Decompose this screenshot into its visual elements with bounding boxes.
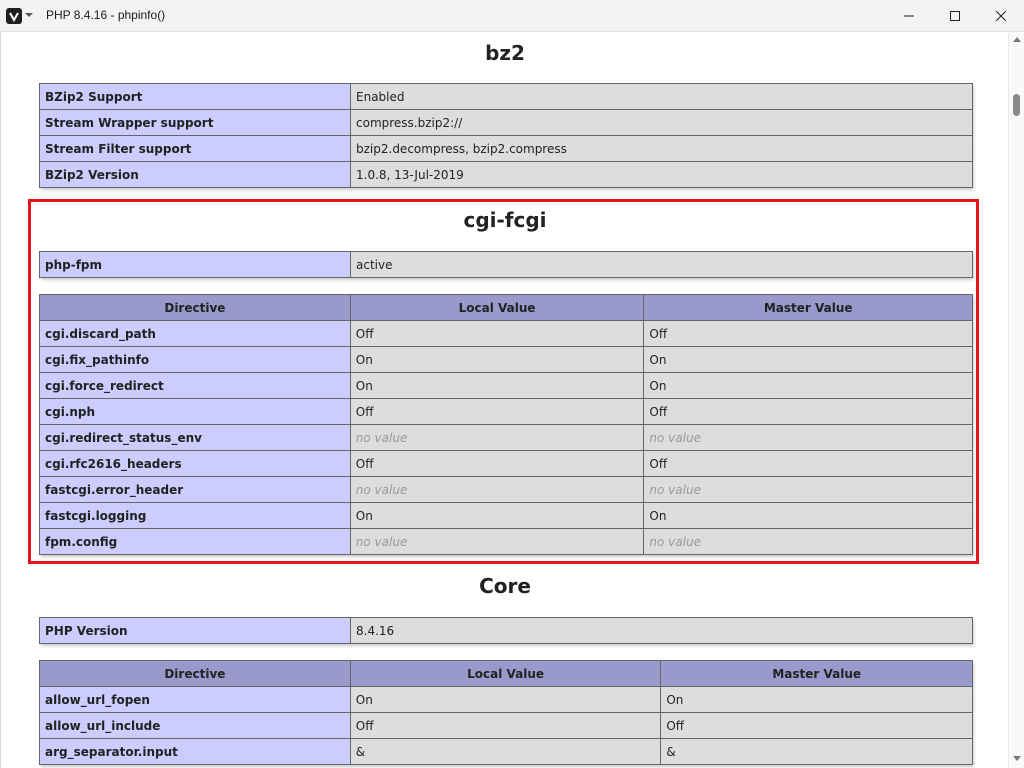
minimize-button[interactable] <box>886 0 932 32</box>
row-value-cell: bzip2.decompress, bzip2.compress <box>350 135 973 162</box>
table-row: BZip2 Version 1.0.8, 13-Jul-2019 <box>39 161 973 188</box>
table-row: BZip2 Support Enabled <box>39 83 973 110</box>
bz2-info-table: BZip2 Support Enabled Stream Wrapper suppo… <box>39 83 973 188</box>
section-heading-core: Core <box>479 574 531 598</box>
row-name-cell: Stream Wrapper support <box>39 109 351 136</box>
directive-local-value-cell: & <box>349 738 662 765</box>
row-name-cell: BZip2 Support <box>39 83 351 110</box>
vivaldi-app-icon[interactable] <box>6 8 22 24</box>
scrollbar-thumb[interactable] <box>1013 94 1020 116</box>
row-name-cell: Stream Filter support <box>39 135 351 162</box>
directive-row: arg_separator.input & & <box>39 738 973 765</box>
directive-name-cell: arg_separator.input <box>39 738 351 765</box>
scroll-down-arrow-icon[interactable] <box>1013 756 1021 762</box>
table-row: Stream Filter support bzip2.decompress, b… <box>39 135 973 162</box>
core-info-table: PHP Version 8.4.16 <box>39 617 973 644</box>
vertical-scrollbar[interactable] <box>1008 32 1024 768</box>
core-directive-table: Directive Local Value Master Value allow_u… <box>39 660 973 765</box>
directive-master-value-cell: On <box>660 686 973 713</box>
section-heading-bz2: bz2 <box>485 41 525 65</box>
directive-master-value-cell: & <box>660 738 973 765</box>
maximize-button[interactable] <box>932 0 978 32</box>
directive-row: allow_url_fopen On On <box>39 686 973 713</box>
window-titlebar: PHP 8.4.16 - phpinfo() <box>0 0 1024 32</box>
column-header: Local Value <box>349 660 662 687</box>
window-title: PHP 8.4.16 - phpinfo() <box>46 8 166 22</box>
directive-name-cell: allow_url_fopen <box>39 686 351 713</box>
row-name-cell: PHP Version <box>39 617 351 644</box>
column-header: Master Value <box>660 660 973 687</box>
scroll-up-arrow-icon[interactable] <box>1013 36 1021 42</box>
column-header: Directive <box>39 660 351 687</box>
row-value-cell: 1.0.8, 13-Jul-2019 <box>350 161 973 188</box>
directive-master-value-cell: Off <box>660 712 973 739</box>
cgi-fcgi-highlight-box <box>28 199 979 564</box>
directive-local-value-cell: On <box>349 686 662 713</box>
table-row: Stream Wrapper support compress.bzip2:// <box>39 109 973 136</box>
row-value-cell: 8.4.16 <box>350 617 973 644</box>
row-name-cell: BZip2 Version <box>39 161 351 188</box>
close-button[interactable] <box>978 0 1024 32</box>
chevron-down-icon[interactable] <box>24 10 34 20</box>
table-row: PHP Version 8.4.16 <box>39 617 973 644</box>
directive-name-cell: allow_url_include <box>39 712 351 739</box>
directive-local-value-cell: Off <box>349 712 662 739</box>
directive-row: allow_url_include Off Off <box>39 712 973 739</box>
row-value-cell: compress.bzip2:// <box>350 109 973 136</box>
row-value-cell: Enabled <box>350 83 973 110</box>
